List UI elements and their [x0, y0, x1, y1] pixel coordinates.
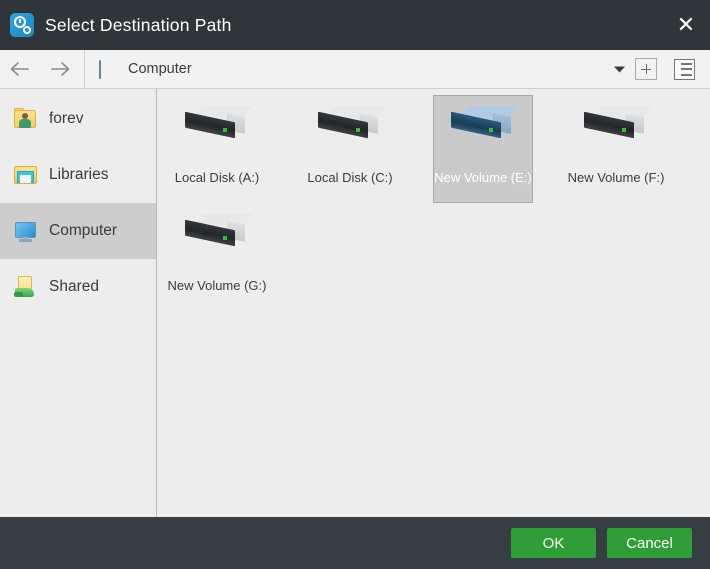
new-folder-button[interactable]: [634, 57, 658, 81]
libraries-icon: [14, 164, 38, 186]
drive-item-new-volume-e[interactable]: New Volume (E:): [433, 95, 533, 203]
window-title: Select Destination Path: [45, 15, 662, 36]
ok-button[interactable]: OK: [511, 528, 596, 558]
hard-drive-icon: [183, 212, 251, 256]
title-bar: Select Destination Path ✕: [0, 0, 710, 50]
forward-button[interactable]: [40, 50, 80, 88]
drive-grid: Local Disk (A:) Local Disk (C:) New Volu…: [167, 95, 710, 311]
drive-label: New Volume (E:): [434, 170, 532, 185]
drive-item-new-volume-f[interactable]: New Volume (F:): [566, 95, 666, 203]
sidebar-item-forev[interactable]: forev: [0, 91, 156, 147]
dialog-footer: OK Cancel: [0, 517, 710, 569]
computer-icon: [99, 61, 118, 78]
select-destination-path-dialog: Select Destination Path ✕ Computer: [0, 0, 710, 569]
computer-icon: [14, 220, 38, 242]
hard-drive-icon: [183, 104, 251, 148]
back-button[interactable]: [0, 50, 40, 88]
sidebar-item-shared[interactable]: Shared: [0, 259, 156, 315]
hard-drive-icon: [582, 104, 650, 148]
sidebar-item-label: Libraries: [49, 166, 108, 184]
close-icon[interactable]: ✕: [662, 0, 710, 50]
navigation-toolbar: Computer: [0, 50, 710, 89]
breadcrumb-label: Computer: [128, 61, 192, 77]
user-folder-icon: [14, 108, 38, 130]
drive-label: Local Disk (A:): [175, 170, 260, 185]
file-list-pane: Local Disk (A:) Local Disk (C:) New Volu…: [157, 89, 710, 517]
gear-icon: [23, 26, 31, 34]
drive-item-local-disk-a[interactable]: Local Disk (A:): [167, 95, 267, 203]
sidebar-item-computer[interactable]: Computer: [0, 203, 156, 259]
app-icon: [10, 13, 34, 37]
drive-item-new-volume-g[interactable]: New Volume (G:): [167, 203, 267, 311]
list-view-icon: [674, 59, 695, 80]
chevron-down-icon[interactable]: [604, 50, 634, 88]
drive-label: Local Disk (C:): [307, 170, 392, 185]
breadcrumb[interactable]: Computer: [91, 50, 604, 88]
sidebar-item-label: Computer: [49, 222, 117, 240]
plus-icon: [635, 58, 657, 80]
drive-label: New Volume (G:): [168, 278, 267, 293]
hard-drive-icon: [449, 104, 517, 148]
toolbar-divider: [84, 50, 85, 88]
sidebar-item-label: forev: [49, 110, 83, 128]
view-list-button[interactable]: [672, 57, 696, 81]
hard-drive-icon: [316, 104, 384, 148]
cancel-button[interactable]: Cancel: [607, 528, 692, 558]
drive-item-local-disk-c[interactable]: Local Disk (C:): [300, 95, 400, 203]
drive-label: New Volume (F:): [568, 170, 665, 185]
shared-folder-icon: [14, 276, 38, 298]
sidebar: forev Libraries Computer Shared: [0, 89, 157, 517]
sidebar-item-libraries[interactable]: Libraries: [0, 147, 156, 203]
dialog-body: forev Libraries Computer Shared: [0, 89, 710, 517]
sidebar-item-label: Shared: [49, 278, 99, 296]
